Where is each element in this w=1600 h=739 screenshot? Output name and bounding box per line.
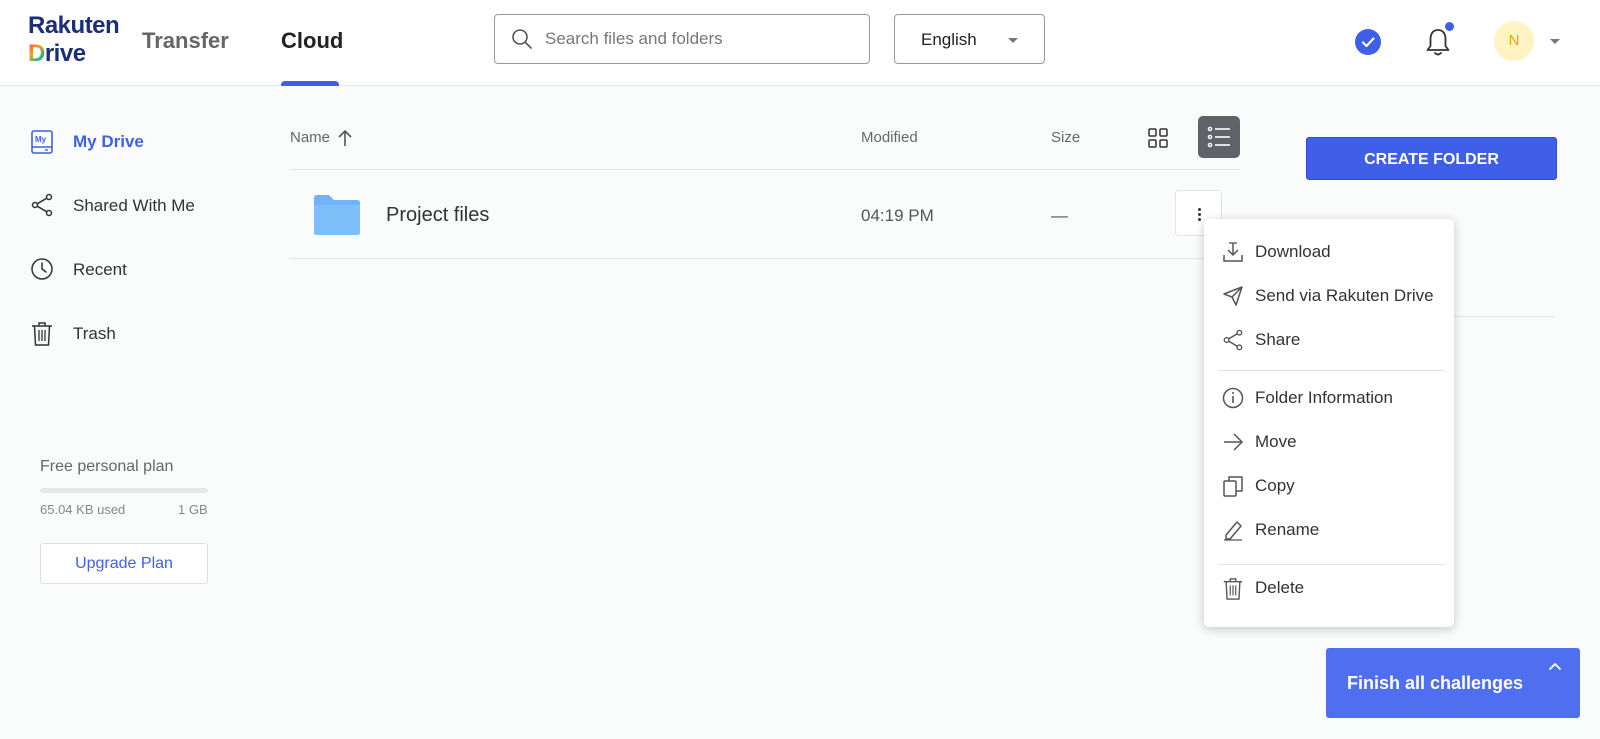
active-tab-indicator xyxy=(281,81,339,86)
menu-item-move[interactable]: Move xyxy=(1204,421,1454,461)
info-icon xyxy=(1222,387,1244,409)
arrow-right-icon xyxy=(1224,433,1244,451)
top-header: Rakuten Drive Transfer Cloud English N xyxy=(0,0,1600,86)
column-header-size[interactable]: Size xyxy=(1051,129,1080,146)
column-header-name[interactable]: Name xyxy=(290,129,330,146)
menu-item-label: Copy xyxy=(1255,476,1295,495)
storage-total: 1 GB xyxy=(178,502,208,517)
grid-view-icon[interactable] xyxy=(1148,128,1168,148)
menu-item-label: Move xyxy=(1255,432,1297,451)
search-icon xyxy=(512,29,532,49)
kebab-dot xyxy=(1198,208,1201,211)
context-menu: Download Send via Rakuten Drive Share Fo… xyxy=(1204,219,1454,627)
create-folder-button[interactable]: CREATE FOLDER xyxy=(1306,137,1557,180)
notifications-button[interactable] xyxy=(1424,22,1454,62)
menu-item-share[interactable]: Share xyxy=(1204,319,1454,359)
chevron-up-icon xyxy=(1549,663,1561,670)
storage-used: 65.04 KB used xyxy=(40,502,126,517)
challenge-label: Finish all challenges xyxy=(1347,673,1524,693)
tab-cloud[interactable]: Cloud xyxy=(281,28,343,86)
row-divider xyxy=(290,258,1240,259)
menu-item-send-via-rakuten-drive[interactable]: Send via Rakuten Drive xyxy=(1204,275,1454,315)
account-menu-chevron-icon[interactable] xyxy=(1550,39,1560,44)
search-input[interactable] xyxy=(545,27,845,51)
column-header-modified[interactable]: Modified xyxy=(861,129,918,146)
share-icon xyxy=(31,193,53,217)
sidebar-item-label: My Drive xyxy=(73,132,144,151)
upgrade-plan-button[interactable]: Upgrade Plan xyxy=(40,543,208,584)
sidebar-item-shared-with-me[interactable]: Shared With Me xyxy=(30,191,270,221)
download-icon xyxy=(1223,242,1243,262)
file-size: — xyxy=(1051,206,1068,225)
menu-item-label: Folder Information xyxy=(1255,388,1393,407)
search-box[interactable] xyxy=(494,14,870,64)
menu-item-label: Share xyxy=(1255,330,1301,349)
menu-divider xyxy=(1218,370,1444,371)
sidebar-item-label: Trash xyxy=(73,324,116,343)
svg-text:My: My xyxy=(35,135,47,144)
bell-icon xyxy=(1426,29,1450,56)
menu-item-rename[interactable]: Rename xyxy=(1204,509,1454,549)
trash-icon xyxy=(1223,578,1243,600)
language-select[interactable]: English xyxy=(894,14,1045,64)
language-value: English xyxy=(921,30,977,49)
share-icon xyxy=(1223,329,1243,351)
logo-text-bottom: Drive xyxy=(28,40,86,67)
sidebar-item-trash[interactable]: Trash xyxy=(30,319,270,349)
notification-dot xyxy=(1445,22,1454,31)
file-name: Project files xyxy=(386,204,490,226)
chevron-down-icon xyxy=(1008,38,1018,43)
menu-item-label: Send via Rakuten Drive xyxy=(1255,286,1434,305)
kebab-dot xyxy=(1198,213,1201,216)
sort-ascending-icon[interactable] xyxy=(336,128,354,148)
send-icon xyxy=(1223,286,1243,306)
menu-item-label: Rename xyxy=(1255,520,1320,539)
kebab-dot xyxy=(1198,218,1201,221)
sidebar-item-label: Shared With Me xyxy=(73,196,195,215)
sidebar-item-my-drive[interactable]: My My Drive xyxy=(30,127,270,157)
table-row[interactable]: Project files 04:19 PM — xyxy=(290,170,1240,258)
logo-text-top: Rakuten xyxy=(28,12,120,39)
copy-icon xyxy=(1223,476,1243,497)
pencil-icon xyxy=(1224,521,1242,541)
storage-usage-bar xyxy=(40,488,208,493)
folder-icon xyxy=(314,195,360,235)
menu-item-download[interactable]: Download xyxy=(1204,231,1454,271)
menu-item-label: Download xyxy=(1255,242,1331,261)
finish-challenges-button[interactable]: Finish all challenges xyxy=(1326,648,1580,718)
tab-transfer[interactable]: Transfer xyxy=(142,28,229,86)
plan-label: Free personal plan xyxy=(40,458,174,475)
rakuten-drive-logo[interactable]: Rakuten Drive xyxy=(28,12,124,68)
sidebar-item-label: Recent xyxy=(73,260,127,279)
file-modified: 04:19 PM xyxy=(861,206,934,225)
list-view-button[interactable] xyxy=(1198,116,1240,158)
menu-divider xyxy=(1218,564,1444,565)
sidebar-item-recent[interactable]: Recent xyxy=(30,255,270,285)
my-drive-icon: My xyxy=(31,130,53,154)
check-badge-icon[interactable] xyxy=(1355,29,1381,55)
menu-item-label: Delete xyxy=(1255,578,1305,597)
trash-icon xyxy=(32,322,52,346)
menu-item-copy[interactable]: Copy xyxy=(1204,465,1454,505)
menu-item-folder-information[interactable]: Folder Information xyxy=(1204,377,1454,417)
menu-item-delete[interactable]: Delete xyxy=(1204,567,1454,607)
list-view-icon xyxy=(1207,126,1230,148)
avatar[interactable]: N xyxy=(1494,21,1534,61)
clock-icon xyxy=(31,258,53,280)
